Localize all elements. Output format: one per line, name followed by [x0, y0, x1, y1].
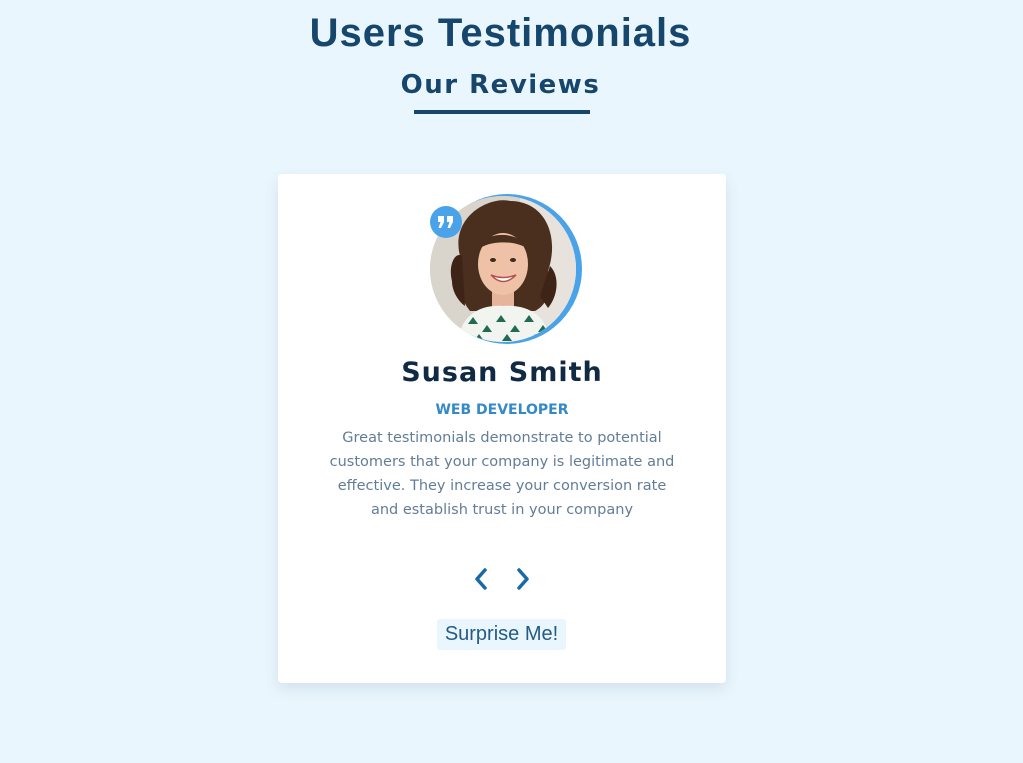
section-subtitle: Our Reviews	[400, 70, 601, 100]
chevron-left-icon	[475, 568, 487, 590]
chevron-right-icon	[517, 568, 529, 590]
review-card: Susan Smith WEB DEVELOPER Great testimon…	[278, 174, 726, 683]
reviewer-job: WEB DEVELOPER	[435, 402, 569, 418]
review-nav	[470, 566, 534, 592]
surprise-me-button[interactable]: Surprise Me!	[437, 619, 566, 650]
avatar-container	[430, 194, 582, 346]
page-title: Users Testimonials	[309, 11, 692, 55]
reviewer-name: Susan Smith	[401, 357, 603, 388]
review-text: Great testimonials demonstrate to potent…	[329, 430, 675, 518]
quote-icon	[430, 206, 462, 238]
next-button[interactable]	[510, 566, 534, 592]
title-underline	[414, 110, 590, 114]
prev-button[interactable]	[470, 566, 494, 592]
